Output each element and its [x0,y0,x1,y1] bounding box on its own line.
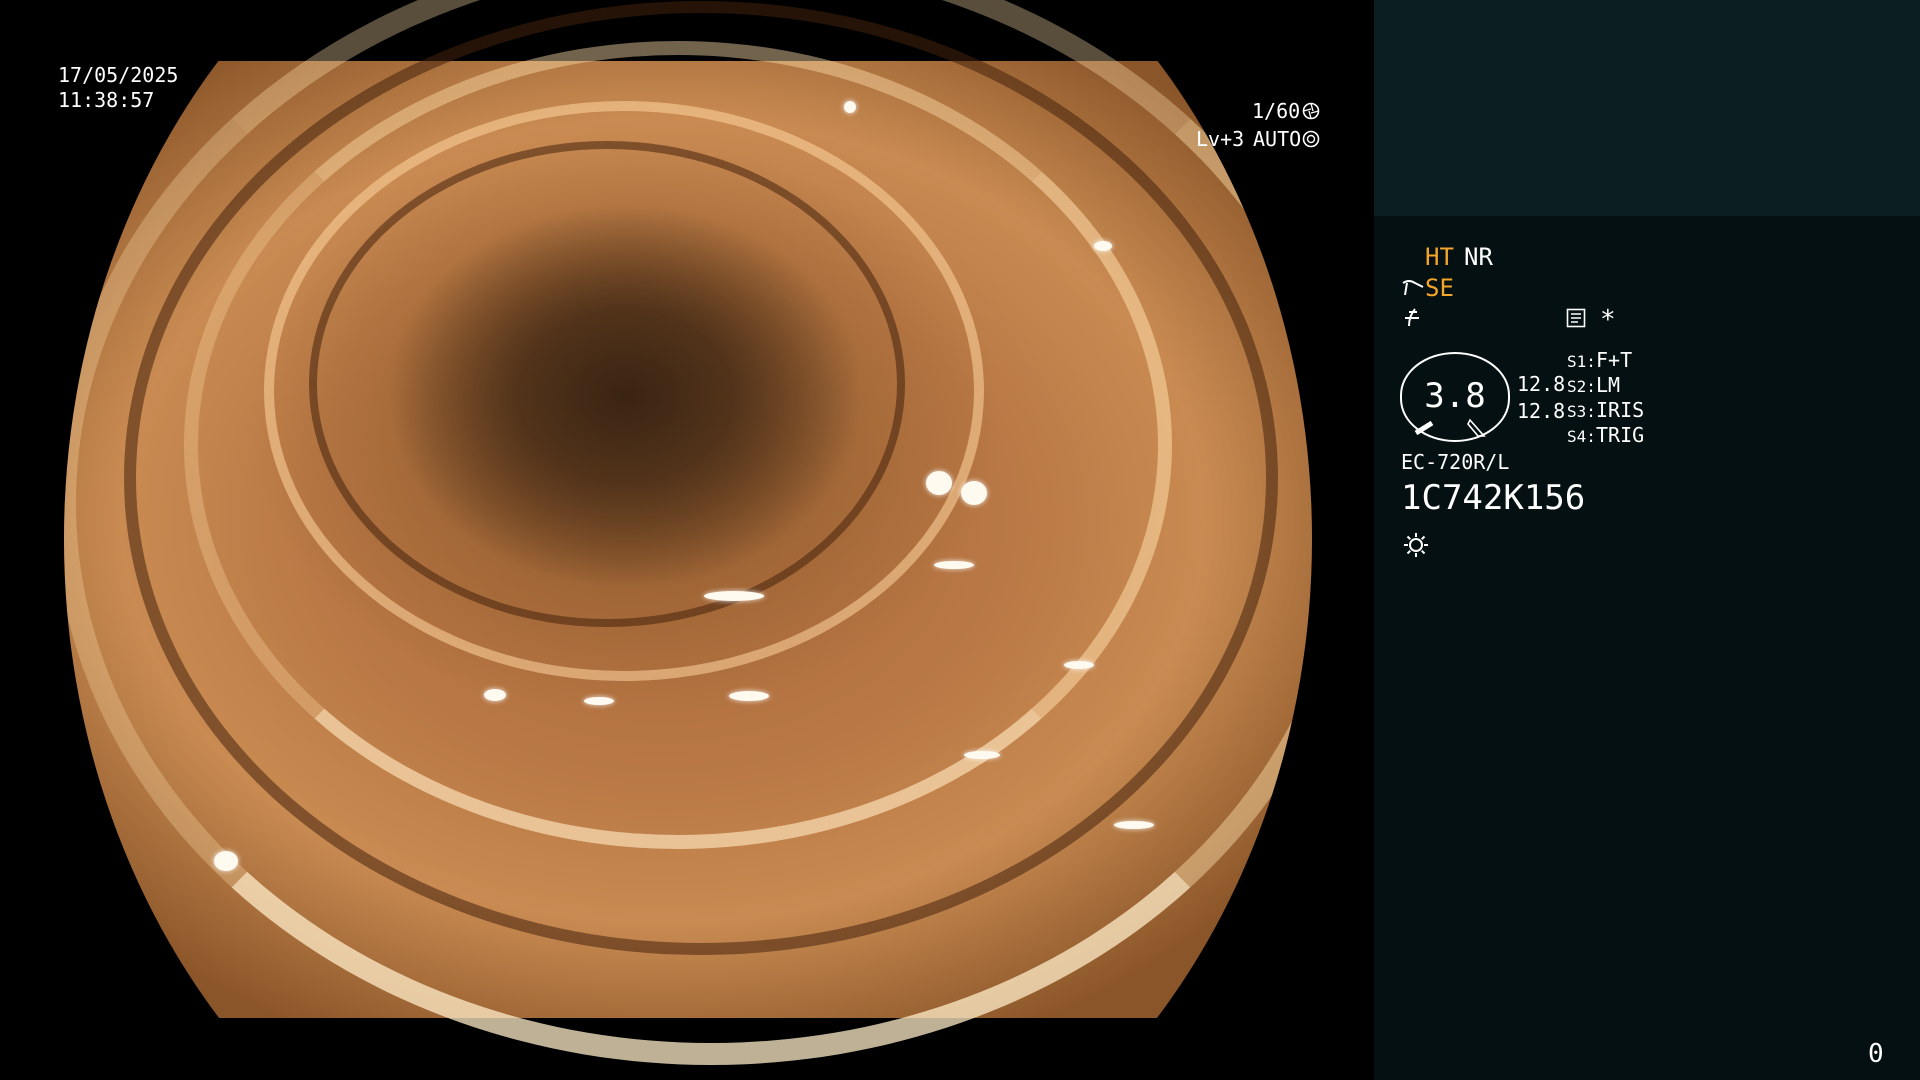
asterisk-indicator: * [1600,305,1616,335]
endoscopic-image [64,0,1312,1065]
aperture-icon [1302,102,1320,120]
light-reflection [844,101,856,113]
s4-value: TRIG [1596,423,1645,447]
structure-enhance-icon [1401,277,1425,299]
se-indicator: SE [1425,274,1454,302]
s3-value: IRIS [1596,398,1645,422]
s3-key: S3: [1567,402,1596,421]
gauge-left-value-1: 12.8 [1517,372,1566,396]
light-reflection [961,481,987,505]
info-panel [1374,216,1920,1080]
light-reflection [964,751,1000,759]
flag-icon [1466,418,1488,438]
scope-serial: 1C742K156 [1401,478,1586,518]
light-reflection [704,591,764,601]
time-label: 11:38:57 [58,88,155,112]
iris-icon [1302,130,1320,148]
panel-header [1374,0,1920,216]
s1-key: S1: [1567,352,1596,371]
s1-value: F+T [1596,348,1633,372]
pencil-icon [1414,420,1436,436]
frame-counter: 0 [1868,1039,1884,1069]
color-enhance-icon [1401,306,1423,328]
light-reflection [1094,241,1112,251]
ht-indicator: HT [1425,243,1454,271]
light-reflection [1064,661,1094,669]
shutter-label: 1/60 [1252,99,1301,123]
endoscope-view: 17/05/2025 11:38:57 1/60 Lv+3 AUTO [0,0,1374,1080]
date-label: 17/05/2025 [58,63,179,87]
light-source-icon [1402,531,1430,559]
light-reflection [1114,821,1154,829]
light-reflection [214,851,238,871]
light-reflection [729,691,769,701]
gauge-value: 3.8 [1424,376,1486,416]
light-reflection [934,561,974,569]
scope-model: EC-720R/L [1401,450,1510,474]
nr-indicator: NR [1464,243,1493,271]
level-label: Lv+3 [1196,127,1245,151]
s2-key: S2: [1567,377,1596,396]
light-reflection [484,689,506,701]
light-reflection [584,697,614,705]
gauge-left-value-2: 12.8 [1517,399,1566,423]
s2-value: LM [1596,373,1621,397]
light-reflection [926,471,952,495]
s4-key: S4: [1567,427,1596,446]
fold-ring [64,0,1312,1065]
memo-icon [1566,308,1586,328]
mode-label: AUTO [1253,127,1302,151]
